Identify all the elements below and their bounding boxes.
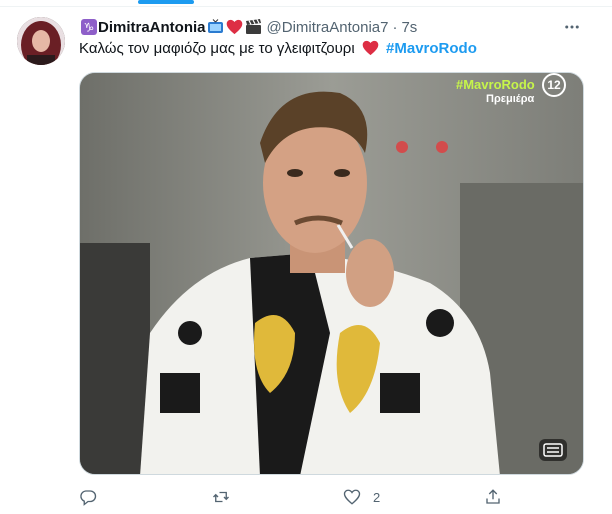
more-options-button[interactable] — [560, 17, 584, 37]
clapper-board-icon — [245, 19, 262, 36]
svg-text:♑: ♑ — [83, 21, 94, 35]
more-icon — [565, 25, 579, 29]
tweet-body: Καλώς τον μαφιόζο μας με το γλειφιτζουρι — [79, 40, 355, 57]
share-button[interactable] — [484, 486, 514, 508]
divider — [0, 6, 612, 7]
user-handle[interactable]: @DimitraAntonia7 — [267, 19, 389, 36]
share-icon — [486, 489, 500, 504]
retweet-icon — [213, 491, 229, 503]
heart-icon — [343, 489, 361, 505]
hashtag-link[interactable]: #MavroRodo — [386, 40, 477, 57]
avatar[interactable] — [17, 17, 65, 65]
active-tab-underline — [138, 0, 194, 4]
separator-dot: · — [392, 18, 398, 36]
tweet-text: Καλώς τον μαφιόζο μας με το γλειφιτζουρι… — [79, 39, 477, 59]
captions-icon — [543, 443, 563, 457]
overlay-hashtag: #MavroRodo — [456, 77, 535, 92]
captions-button[interactable] — [539, 439, 567, 461]
media-photo — [80, 73, 583, 474]
red-heart-icon — [226, 19, 243, 36]
red-heart-icon — [362, 40, 379, 57]
channel-logo: 12 — [542, 73, 566, 97]
reply-button[interactable] — [79, 486, 109, 508]
like-count: 2 — [373, 489, 381, 505]
overlay-subtitle: Πρεμιέρα — [486, 93, 535, 105]
tv-icon — [207, 19, 224, 36]
avatar-image — [17, 17, 65, 65]
tweet-media-image[interactable]: #MavroRodo Πρεμιέρα 12 — [79, 72, 584, 475]
reply-icon — [80, 490, 97, 506]
retweet-button[interactable] — [211, 486, 243, 508]
timestamp[interactable]: 7s — [401, 19, 417, 36]
tweet-actions: 2 — [79, 486, 584, 508]
display-name[interactable]: DimitraAntonia — [98, 19, 206, 36]
tweet-header: ♑ DimitraAntonia @DimitraAntonia7 · 7s — [79, 17, 417, 37]
capricorn-icon: ♑ — [80, 19, 97, 36]
like-button[interactable]: 2 — [343, 486, 380, 508]
top-tab-indicator — [0, 0, 612, 8]
